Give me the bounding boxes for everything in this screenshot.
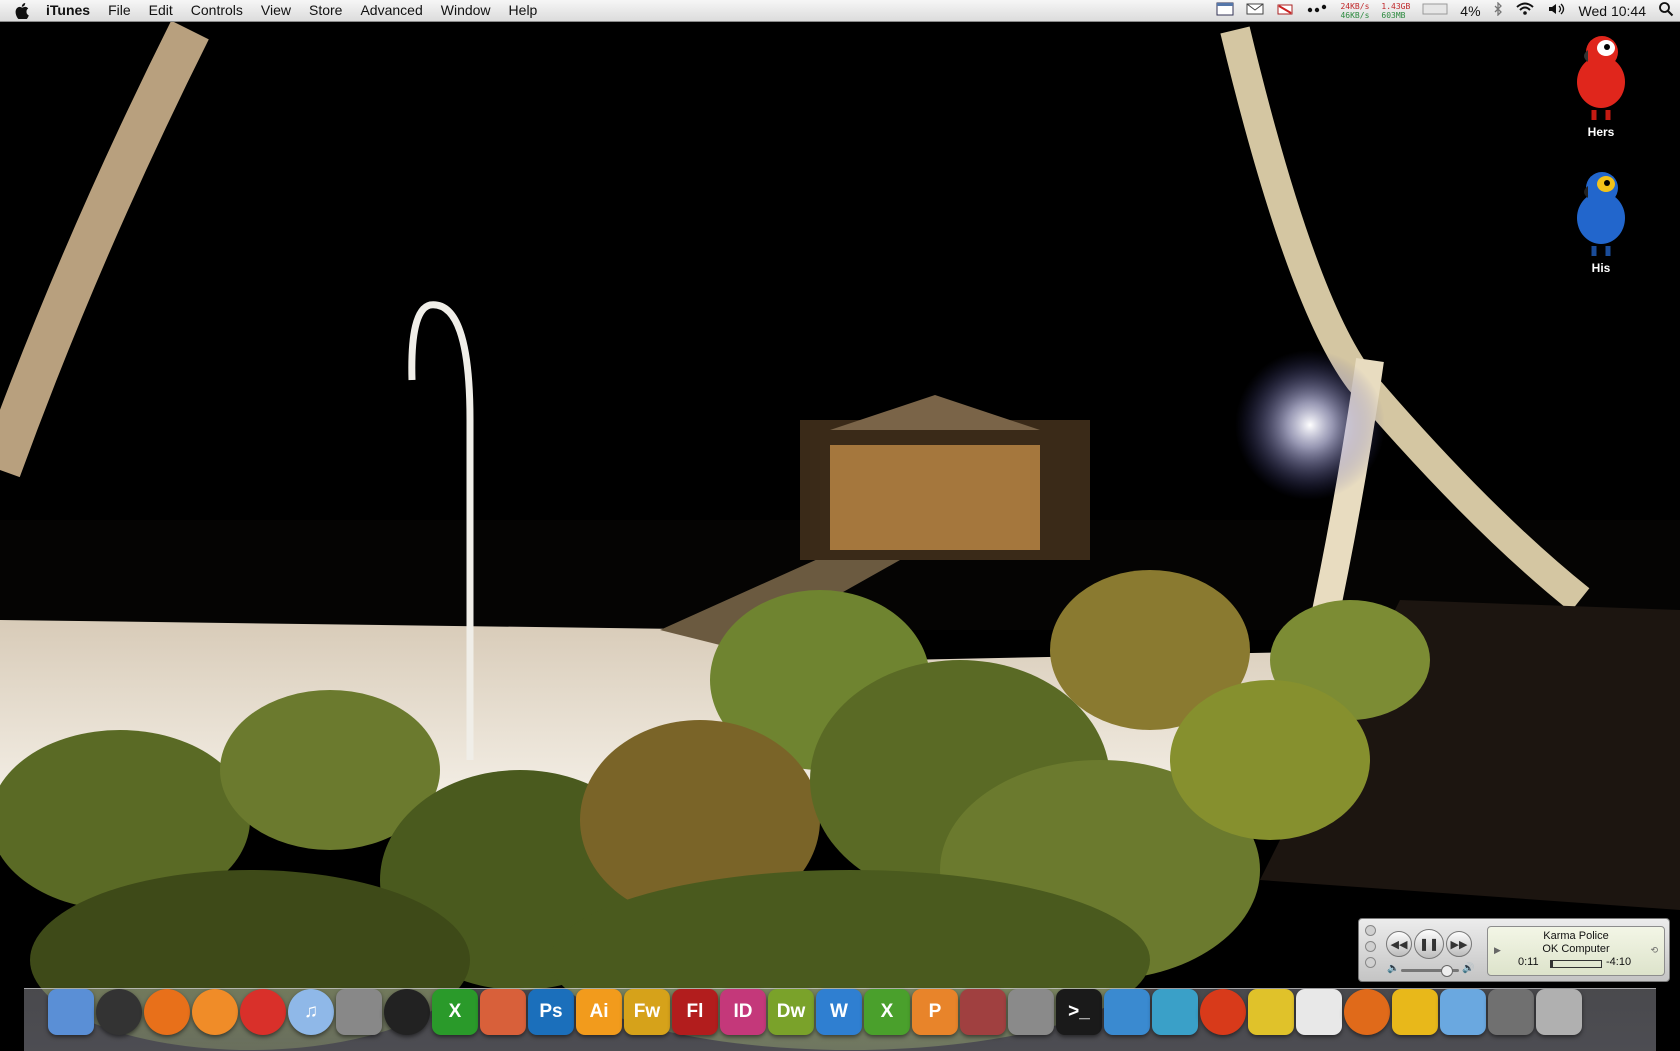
- dock-excel-icon[interactable]: X: [864, 989, 910, 1035]
- battery-percentage[interactable]: 4%: [1460, 3, 1480, 19]
- dock-preview-icon[interactable]: [1104, 989, 1150, 1035]
- dock-transmit-icon[interactable]: [1392, 989, 1438, 1035]
- fast-forward-icon: ▶▶: [1450, 938, 1468, 951]
- track-title: Karma Police: [1543, 930, 1609, 942]
- rewind-icon: ◀◀: [1390, 938, 1408, 951]
- dock-safari-icon[interactable]: [240, 989, 286, 1035]
- menu-file[interactable]: File: [99, 0, 140, 21]
- volume-knob[interactable]: [1441, 965, 1453, 977]
- menu-window[interactable]: Window: [432, 0, 500, 21]
- display-toggle-icon[interactable]: ▶: [1494, 945, 1501, 956]
- menu-edit[interactable]: Edit: [140, 0, 182, 21]
- dock-aperture-icon[interactable]: [384, 989, 430, 1035]
- dock-fireworks-icon[interactable]: Fw: [624, 989, 670, 1035]
- menu-app-name[interactable]: iTunes: [44, 0, 99, 21]
- red-parrot-icon: [1577, 36, 1625, 120]
- volume-high-icon: 🔊: [1462, 963, 1475, 974]
- spotlight-search-icon[interactable]: [1658, 1, 1674, 20]
- dock-terminal-icon[interactable]: >_: [1056, 989, 1102, 1035]
- dock-flash-icon[interactable]: Fl: [672, 989, 718, 1035]
- next-track-button[interactable]: ▶▶: [1446, 931, 1472, 957]
- dock-powerpoint-icon[interactable]: P: [912, 989, 958, 1035]
- dock-firefox-3-icon[interactable]: [1344, 989, 1390, 1035]
- menu-view[interactable]: View: [252, 0, 300, 21]
- dock: ♫ X Ps Ai Fw Fl ID Dw W X P >_: [48, 989, 1582, 1035]
- blue-parrot-icon: [1577, 172, 1625, 256]
- dock-vmware-icon[interactable]: [960, 989, 1006, 1035]
- dock-photoshop-icon[interactable]: Ps: [528, 989, 574, 1035]
- bluetooth-dots-icon[interactable]: [1306, 2, 1328, 19]
- now-playing-display[interactable]: ▶ ⟲ Karma Police OK Computer 0:11 -4:10: [1487, 926, 1665, 976]
- memory-free: 603MB: [1381, 10, 1406, 20]
- dock-indesign-icon[interactable]: ID: [720, 989, 766, 1035]
- desktop-wallpaper: [0, 0, 1680, 1050]
- dock-word-icon[interactable]: W: [816, 989, 862, 1035]
- dock-dreamweaver-icon[interactable]: Dw: [768, 989, 814, 1035]
- dock-adium-icon[interactable]: [1248, 989, 1294, 1035]
- elapsed-time: 0:11: [1518, 956, 1539, 968]
- dock-textedit-icon[interactable]: [1296, 989, 1342, 1035]
- cpu-meter-icon[interactable]: [1422, 2, 1448, 19]
- menu-clock[interactable]: Wed 10:44: [1579, 3, 1646, 19]
- dock-tomato-icon[interactable]: [1200, 989, 1246, 1035]
- album-title: OK Computer: [1542, 943, 1610, 955]
- play-pause-button[interactable]: ❚❚: [1414, 929, 1444, 959]
- desktop-icon-hers[interactable]: Hers: [1556, 30, 1646, 139]
- dock-system-preferences-icon[interactable]: [1008, 989, 1054, 1035]
- dock-bridge-icon[interactable]: [480, 989, 526, 1035]
- zoom-button[interactable]: [1365, 957, 1376, 968]
- dock-finder-icon[interactable]: [48, 989, 94, 1035]
- wifi-icon[interactable]: [1515, 2, 1535, 19]
- volume-slider[interactable]: [1401, 965, 1459, 977]
- progress-bar[interactable]: [1550, 960, 1602, 968]
- menu-help[interactable]: Help: [500, 0, 547, 21]
- dock-utility-icon[interactable]: [1152, 989, 1198, 1035]
- menu-controls[interactable]: Controls: [182, 0, 252, 21]
- dock-documents-folder-icon[interactable]: [1440, 989, 1486, 1035]
- dock-firefox-alt-icon[interactable]: [192, 989, 238, 1035]
- remaining-time: -4:10: [1606, 956, 1632, 968]
- dock-trash-icon[interactable]: [1536, 989, 1582, 1035]
- close-button[interactable]: [1365, 925, 1376, 936]
- memory-monitor[interactable]: 1.43GB 603MB: [1381, 2, 1410, 20]
- dock-stack-icon[interactable]: [1488, 989, 1534, 1035]
- desktop-icon-his[interactable]: His: [1556, 166, 1646, 275]
- net-download: 46KB/s: [1340, 10, 1370, 20]
- volume-low-icon: 🔈: [1387, 963, 1400, 974]
- menu-bar: iTunes File Edit Controls View Store Adv…: [0, 0, 1680, 22]
- progress-fill: [1551, 961, 1553, 967]
- net-upload: 24KB/s: [1340, 1, 1370, 11]
- calendar-icon[interactable]: [1216, 2, 1234, 19]
- memory-used: 1.43GB: [1381, 1, 1411, 11]
- dock-itunes-icon[interactable]: ♫: [288, 989, 334, 1035]
- snapback-icon[interactable]: ⟲: [1650, 945, 1658, 956]
- dock-dashboard-icon[interactable]: [96, 989, 142, 1035]
- dock-firefox-icon[interactable]: [144, 989, 190, 1035]
- volume-icon[interactable]: [1547, 2, 1567, 19]
- apple-menu-icon[interactable]: [0, 2, 44, 19]
- desktop-icon-label: His: [1591, 261, 1611, 275]
- desktop-icon-label: Hers: [1587, 125, 1615, 139]
- previous-track-button[interactable]: ◀◀: [1386, 931, 1412, 957]
- itunes-mini-player: ◀◀ ❚❚ ▶▶ 🔈 🔊 ▶ ⟲ Karma Police OK Compute…: [1358, 918, 1670, 982]
- dock-iphoto-icon[interactable]: [336, 989, 382, 1035]
- menu-extras: 24KB/s 46KB/s 1.43GB 603MB 4% Wed 10:44: [1210, 0, 1680, 21]
- dock-illustrator-icon[interactable]: Ai: [576, 989, 622, 1035]
- security-icon[interactable]: [1276, 2, 1294, 19]
- mail-icon[interactable]: [1246, 2, 1264, 19]
- dock-xchat-icon[interactable]: X: [432, 989, 478, 1035]
- pause-icon: ❚❚: [1418, 937, 1440, 951]
- menu-store[interactable]: Store: [300, 0, 351, 21]
- menu-advanced[interactable]: Advanced: [351, 0, 431, 21]
- bluetooth-icon[interactable]: [1493, 1, 1503, 19]
- minimize-button[interactable]: [1365, 941, 1376, 952]
- network-monitor[interactable]: 24KB/s 46KB/s: [1340, 2, 1369, 20]
